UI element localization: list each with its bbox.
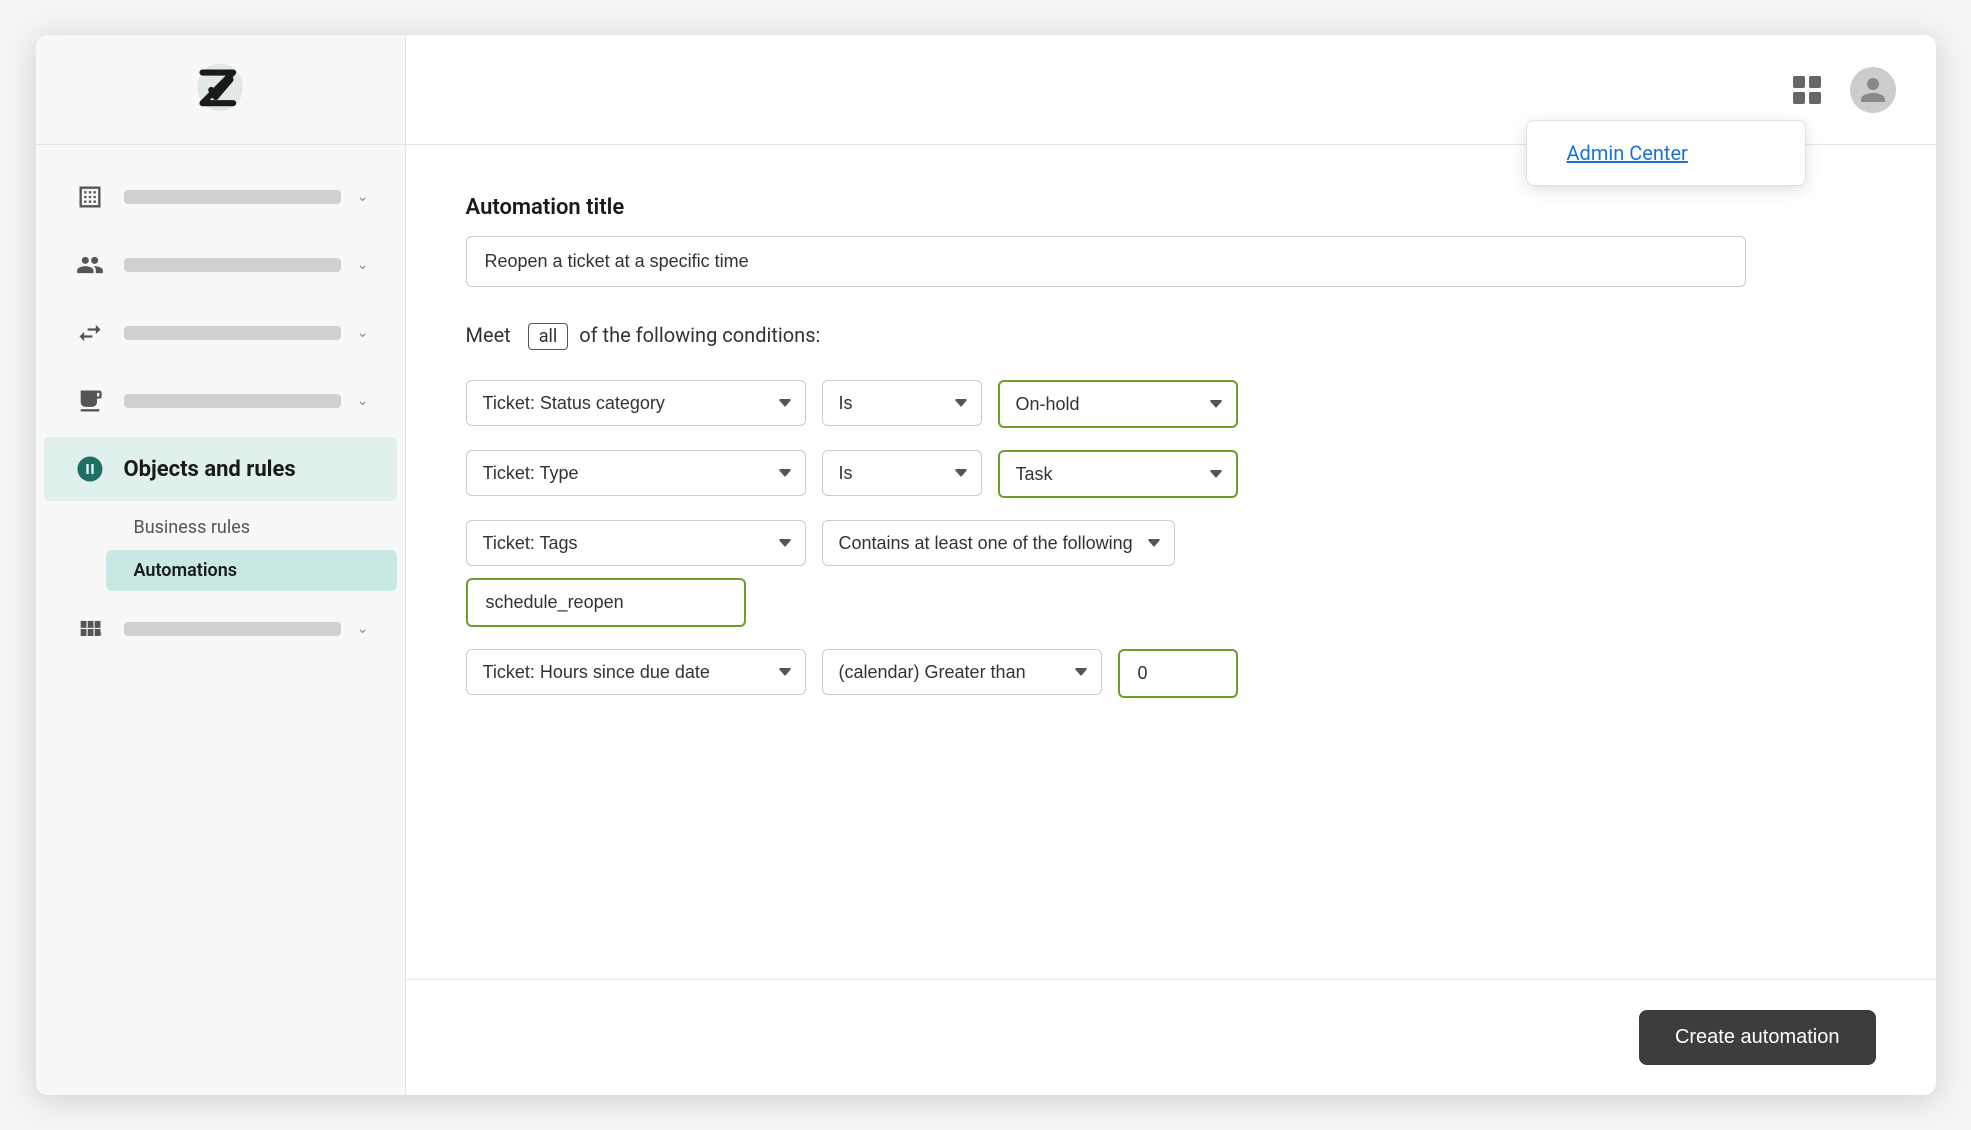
person-icon xyxy=(1858,75,1888,105)
condition-4-operator-select[interactable]: (calendar) Greater than xyxy=(822,649,1102,695)
sidebar-item-channels[interactable]: ⌄ xyxy=(44,301,397,365)
sidebar-label-bar-people xyxy=(124,258,341,272)
sidebar-item-apps[interactable]: ⌄ xyxy=(44,597,397,661)
avatar xyxy=(1850,67,1896,113)
grid-icon xyxy=(1793,76,1821,104)
conditions-all-badge: all xyxy=(528,323,569,350)
channels-icon xyxy=(72,315,108,351)
condition-4-value-input[interactable] xyxy=(1118,649,1238,698)
conditions-meet-text: Meet xyxy=(466,323,511,347)
condition-3-operator-select[interactable]: Contains at least one of the following xyxy=(822,520,1175,566)
user-avatar-button[interactable] xyxy=(1850,67,1896,113)
conditions-header: Meet all of the following conditions: xyxy=(466,323,1876,350)
chevron-down-icon-3: ⌄ xyxy=(357,325,369,341)
sidebar-item-automations[interactable]: Automations xyxy=(106,550,397,591)
app-frame: ⌄ ⌄ ⌄ xyxy=(36,35,1936,1095)
sidebar-item-objects[interactable]: Objects and rules xyxy=(44,437,397,501)
sub-navigation: Business rules Automations xyxy=(36,505,405,593)
workspace-icon xyxy=(72,383,108,419)
sidebar-item-org[interactable]: ⌄ xyxy=(44,165,397,229)
chevron-down-icon-6: ⌄ xyxy=(357,621,369,637)
condition-1-operator-select[interactable]: Is xyxy=(822,380,982,426)
sidebar-item-label-objects: Objects and rules xyxy=(124,457,296,482)
condition-row-3-value xyxy=(466,578,1876,627)
condition-3-field-select[interactable]: Ticket: Tags xyxy=(466,520,806,566)
sidebar-label-bar-channels xyxy=(124,326,341,340)
condition-4-field-select[interactable]: Ticket: Hours since due date xyxy=(466,649,806,695)
top-bar: Admin Center xyxy=(406,35,1936,145)
sidebar-item-workspace[interactable]: ⌄ xyxy=(44,369,397,433)
main-content: Admin Center Automation title Meet all o… xyxy=(406,35,1936,1095)
condition-2-field-select[interactable]: Ticket: Type xyxy=(466,450,806,496)
objects-icon xyxy=(72,451,108,487)
footer-bar: Create automation xyxy=(406,979,1936,1095)
sidebar-label-bar-workspace xyxy=(124,394,341,408)
condition-row-2: Ticket: Type Is Task xyxy=(466,450,1876,498)
people-icon xyxy=(72,247,108,283)
condition-1-value-select[interactable]: On-hold xyxy=(998,380,1238,428)
page-body: Automation title Meet all of the followi… xyxy=(406,145,1936,979)
sidebar-label-bar-apps xyxy=(124,622,341,636)
condition-row-3: Ticket: Tags Contains at least one of th… xyxy=(466,520,1876,566)
condition-2-value-select[interactable]: Task xyxy=(998,450,1238,498)
sidebar-item-people[interactable]: ⌄ xyxy=(44,233,397,297)
apps-grid-button[interactable] xyxy=(1784,67,1830,113)
zendesk-logo xyxy=(185,55,255,125)
condition-3-tag-input[interactable] xyxy=(466,578,746,627)
condition-2-operator-select[interactable]: Is xyxy=(822,450,982,496)
chevron-down-icon: ⌄ xyxy=(357,189,369,205)
automation-title-label: Automation title xyxy=(466,195,1876,220)
sidebar-navigation: ⌄ ⌄ ⌄ xyxy=(36,145,405,1095)
conditions-suffix-text: of the following conditions: xyxy=(579,323,820,347)
sidebar-item-business-rules[interactable]: Business rules xyxy=(106,507,397,548)
admin-center-link[interactable]: Admin Center xyxy=(1567,141,1688,165)
condition-1-field-select[interactable]: Ticket: Status category xyxy=(466,380,806,426)
condition-row-1: Ticket: Status category Is On-hold xyxy=(466,380,1876,428)
automation-title-input[interactable] xyxy=(466,236,1746,287)
condition-row-4: Ticket: Hours since due date (calendar) … xyxy=(466,649,1876,698)
admin-center-dropdown: Admin Center xyxy=(1526,120,1806,186)
chevron-down-icon-2: ⌄ xyxy=(357,257,369,273)
apps-icon xyxy=(72,611,108,647)
building-icon xyxy=(72,179,108,215)
sidebar: ⌄ ⌄ ⌄ xyxy=(36,35,406,1095)
sidebar-label-bar-org xyxy=(124,190,341,204)
sidebar-logo xyxy=(36,35,405,145)
chevron-down-icon-4: ⌄ xyxy=(357,393,369,409)
create-automation-button[interactable]: Create automation xyxy=(1639,1010,1876,1065)
